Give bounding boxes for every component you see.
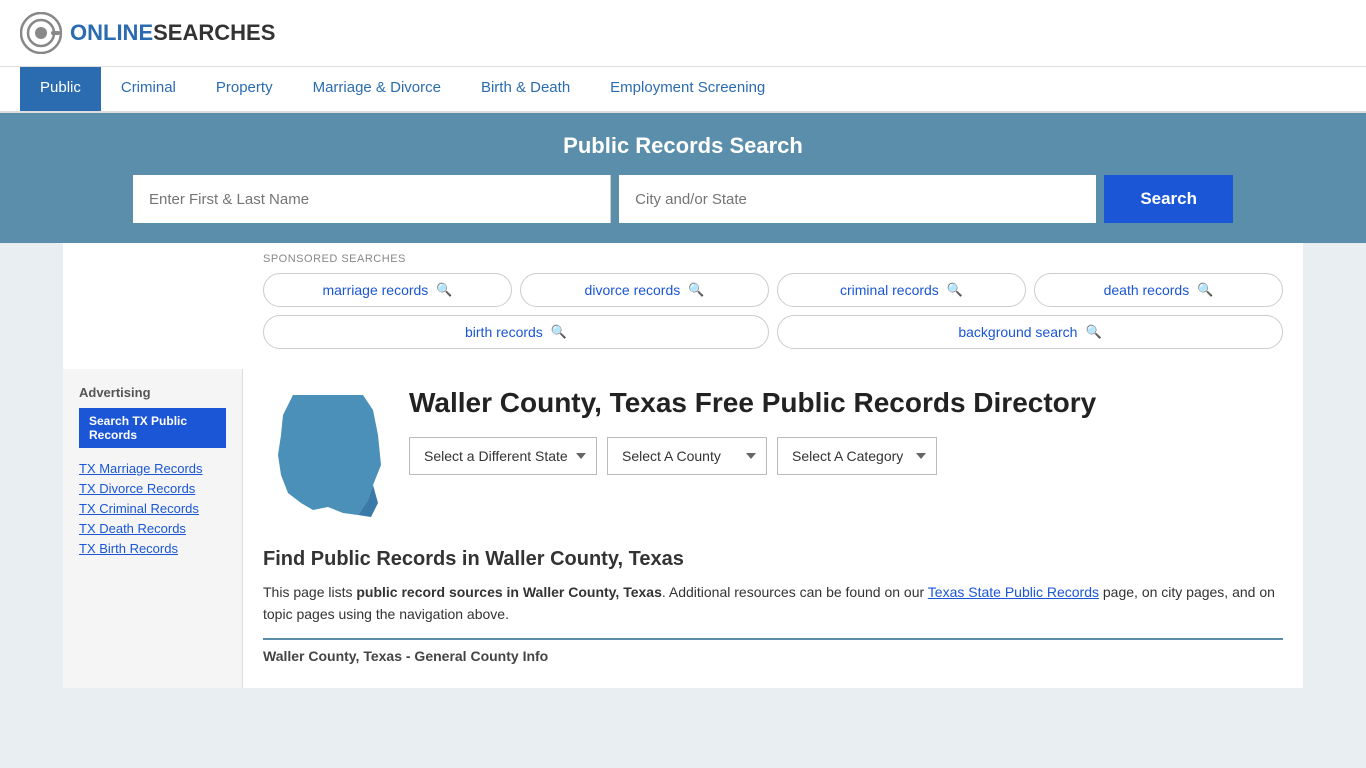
site-header: ONLINESEARCHES [0, 0, 1366, 67]
find-section-paragraph: This page lists public record sources in… [263, 581, 1283, 626]
search-banner-title: Public Records Search [20, 133, 1346, 159]
main-wrapper: Advertising Search TX Public Records TX … [63, 369, 1303, 688]
main-content: Waller County, Texas Free Public Records… [243, 369, 1303, 688]
logo-text: ONLINESEARCHES [70, 20, 275, 46]
nav-employment[interactable]: Employment Screening [590, 67, 785, 111]
main-nav: Public Criminal Property Marriage & Divo… [0, 67, 1366, 113]
search-icon-divorce: 🔍 [688, 282, 704, 298]
table-section-header: Waller County, Texas - General County In… [263, 638, 1283, 672]
tag-marriage-records[interactable]: marriage records 🔍 [263, 273, 512, 307]
county-dropdown[interactable]: Select A County [607, 437, 767, 475]
logo[interactable]: ONLINESEARCHES [20, 12, 275, 54]
category-dropdown[interactable]: Select A Category [777, 437, 937, 475]
search-icon-criminal: 🔍 [947, 282, 963, 298]
tag-birth-records[interactable]: birth records 🔍 [263, 315, 769, 349]
texas-map-svg [263, 385, 393, 525]
sidebar-ad-button[interactable]: Search TX Public Records [79, 408, 226, 448]
name-input[interactable] [133, 175, 611, 223]
county-info: Waller County, Texas Free Public Records… [409, 385, 1096, 495]
find-section-heading: Find Public Records in Waller County, Te… [263, 548, 1283, 571]
dropdowns-container: Select a Different State Select A County… [409, 437, 1096, 475]
county-section: Waller County, Texas Free Public Records… [263, 385, 1283, 528]
tag-criminal-records[interactable]: criminal records 🔍 [777, 273, 1026, 307]
tag-marriage-label: marriage records [322, 282, 428, 298]
sidebar-advertising-label: Advertising [79, 385, 226, 400]
search-button[interactable]: Search [1104, 175, 1233, 223]
nav-birth-death[interactable]: Birth & Death [461, 67, 590, 111]
tag-background-label: background search [958, 324, 1077, 340]
sidebar-links: TX Marriage Records TX Divorce Records T… [79, 460, 226, 556]
sidebar-item-marriage[interactable]: TX Marriage Records [79, 460, 226, 476]
nav-public[interactable]: Public [20, 67, 101, 111]
tag-background-search[interactable]: background search 🔍 [777, 315, 1283, 349]
sidebar-item-death[interactable]: TX Death Records [79, 520, 226, 536]
sponsored-label: SPONSORED SEARCHES [263, 253, 1283, 265]
search-icon-birth: 🔍 [551, 324, 567, 340]
nav-criminal[interactable]: Criminal [101, 67, 196, 111]
search-icon-death: 🔍 [1197, 282, 1213, 298]
state-dropdown[interactable]: Select a Different State [409, 437, 597, 475]
search-icon-marriage: 🔍 [436, 282, 452, 298]
nav-property[interactable]: Property [196, 67, 293, 111]
sidebar-item-birth[interactable]: TX Birth Records [79, 540, 226, 556]
location-input[interactable] [619, 175, 1096, 223]
search-form: Search [133, 175, 1233, 223]
search-tags-container: marriage records 🔍 divorce records 🔍 cri… [263, 273, 1283, 349]
texas-map [263, 385, 393, 528]
sponsored-section: SPONSORED SEARCHES marriage records 🔍 di… [63, 243, 1303, 349]
texas-state-link[interactable]: Texas State Public Records [928, 584, 1099, 600]
logo-icon [20, 12, 62, 54]
sidebar-item-criminal[interactable]: TX Criminal Records [79, 500, 226, 516]
county-title: Waller County, Texas Free Public Records… [409, 385, 1096, 421]
tag-divorce-records[interactable]: divorce records 🔍 [520, 273, 769, 307]
tag-birth-label: birth records [465, 324, 543, 340]
find-section: Find Public Records in Waller County, Te… [263, 548, 1283, 672]
tag-death-records[interactable]: death records 🔍 [1034, 273, 1283, 307]
tag-criminal-label: criminal records [840, 282, 939, 298]
tag-divorce-label: divorce records [585, 282, 681, 298]
search-icon-background: 🔍 [1085, 324, 1101, 340]
search-banner: Public Records Search Search [0, 113, 1366, 243]
sidebar: Advertising Search TX Public Records TX … [63, 369, 243, 688]
sidebar-item-divorce[interactable]: TX Divorce Records [79, 480, 226, 496]
nav-marriage-divorce[interactable]: Marriage & Divorce [293, 67, 461, 111]
tag-death-label: death records [1104, 282, 1190, 298]
